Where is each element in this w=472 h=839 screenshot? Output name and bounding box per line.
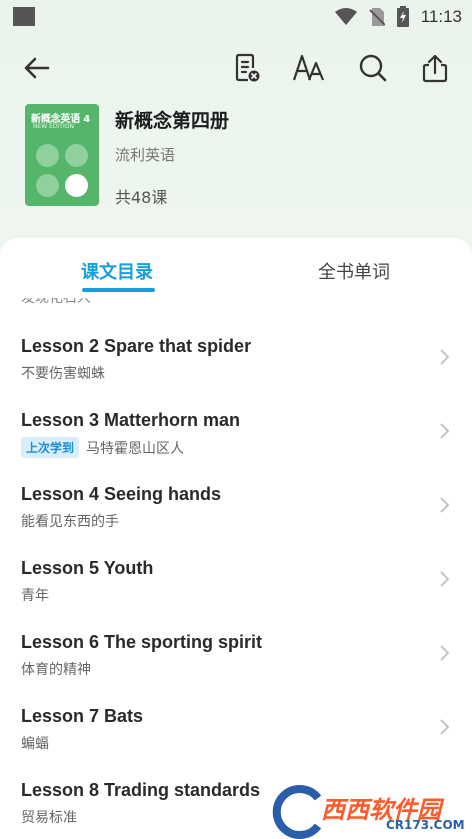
tab-bar: 课文目录 全书单词 xyxy=(0,238,472,298)
book-author: 流利英语 xyxy=(115,146,176,164)
list-item[interactable]: Lesson 3 Matterhorn man 上次学到 马特霍恩山区人 xyxy=(0,410,472,484)
lesson-title: Lesson 7 Bats xyxy=(21,706,144,726)
search-button[interactable] xyxy=(355,50,391,86)
share-button[interactable] xyxy=(417,50,453,86)
content-sheet: 课文目录 全书单词 发现化石人 Lesson 2 Spare that spid… xyxy=(0,238,472,839)
search-icon xyxy=(359,54,387,82)
chevron-right-icon xyxy=(440,645,450,661)
app-screen: 11:13 新概念英语 4 NEW EDITION 新概念第四册 流利英语 共4… xyxy=(0,0,472,839)
lesson-title: Lesson 6 The sporting spirit xyxy=(21,632,263,652)
lesson-list[interactable]: 发现化石人 Lesson 2 Spare that spider 不要伤害蜘蛛 … xyxy=(0,298,472,839)
font-size-button[interactable] xyxy=(291,50,327,86)
chevron-right-icon xyxy=(440,497,450,513)
book-header: 新概念英语 4 NEW EDITION 新概念第四册 流利英语 共48课 xyxy=(25,104,455,208)
no-sim-icon xyxy=(369,7,385,26)
clock: 11:13 xyxy=(420,6,462,26)
chevron-right-icon xyxy=(440,423,450,439)
lesson-title: Lesson 5 Youth xyxy=(21,558,154,578)
lesson-title: Lesson 4 Seeing hands xyxy=(21,484,222,504)
back-button[interactable] xyxy=(19,50,55,86)
book-cover: 新概念英语 4 NEW EDITION xyxy=(25,104,99,206)
list-item[interactable]: Lesson 5 Youth 青年 xyxy=(0,558,472,632)
tab-book-words[interactable]: 全书单词 xyxy=(318,258,390,284)
lesson-title: Lesson 3 Matterhorn man xyxy=(21,410,241,430)
lesson-subtitle: 青年 xyxy=(21,588,49,604)
list-item[interactable]: Lesson 7 Bats 蝙蝠 xyxy=(0,706,472,780)
tab-lesson-catalog[interactable]: 课文目录 xyxy=(81,258,153,284)
toolbar xyxy=(0,44,472,92)
lesson-subtitle: 能看见东西的手 xyxy=(21,514,119,530)
last-studied-badge: 上次学到 xyxy=(21,437,80,458)
watermark-subtext: CR173.COM xyxy=(386,818,465,832)
lesson-title: Lesson 8 Trading standards xyxy=(21,780,261,800)
font-size-icon xyxy=(292,54,325,81)
watermark-logo: 西西软件园 CR173.COM xyxy=(268,782,472,839)
chevron-right-icon xyxy=(440,571,450,587)
lesson-subtitle: 马特霍恩山区人 xyxy=(86,440,185,457)
lesson-count: 共48课 xyxy=(115,188,168,207)
list-item[interactable]: Lesson 4 Seeing hands 能看见东西的手 xyxy=(0,484,472,558)
watermark-c-icon xyxy=(270,784,326,839)
chevron-right-icon xyxy=(440,349,450,365)
cover-dot xyxy=(65,144,88,167)
cover-dot xyxy=(36,174,59,197)
note-button[interactable] xyxy=(229,50,265,86)
note-icon xyxy=(235,53,260,82)
share-icon xyxy=(422,54,448,83)
arrow-left-icon xyxy=(24,57,50,79)
lesson-subtitle: 不要伤害蜘蛛 xyxy=(21,366,105,382)
list-item[interactable]: Lesson 2 Spare that spider 不要伤害蜘蛛 xyxy=(0,336,472,410)
chevron-right-icon xyxy=(440,719,450,735)
list-item-cutoff: 发现化石人 xyxy=(21,298,91,306)
cover-dot xyxy=(65,174,88,197)
lesson-subtitle: 贸易标准 xyxy=(21,810,77,826)
list-item[interactable]: Lesson 6 The sporting spirit 体育的精神 xyxy=(0,632,472,706)
lesson-subtitle: 体育的精神 xyxy=(21,662,91,678)
book-title: 新概念第四册 xyxy=(115,110,230,132)
cover-dot xyxy=(36,144,59,167)
cover-subtitle: NEW EDITION xyxy=(33,123,74,130)
status-bar: 11:13 xyxy=(0,0,472,34)
lesson-title: Lesson 2 Spare that spider xyxy=(21,336,252,356)
battery-icon xyxy=(396,6,409,27)
active-tab-indicator xyxy=(82,288,155,292)
wifi-icon xyxy=(334,7,357,25)
notification-icon xyxy=(13,7,35,26)
lesson-subtitle: 蝙蝠 xyxy=(21,736,49,752)
